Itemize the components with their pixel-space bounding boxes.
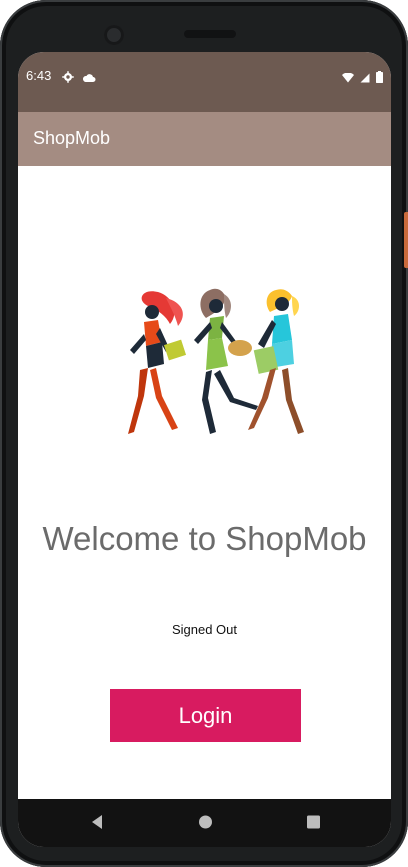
cloud-icon bbox=[82, 68, 96, 87]
power-button[interactable] bbox=[404, 212, 408, 268]
welcome-heading: Welcome to ShopMob bbox=[42, 520, 367, 557]
home-button[interactable] bbox=[198, 814, 213, 834]
phone-frame: 6:43 ShopMob Welcome to ShopMob Signed O… bbox=[0, 0, 408, 867]
navigation-bar bbox=[18, 799, 391, 847]
status-bar: 6:43 bbox=[18, 52, 391, 112]
wifi-icon bbox=[342, 68, 354, 87]
signin-status-text: Signed Out bbox=[171, 622, 238, 637]
front-camera bbox=[104, 25, 124, 45]
status-time: 6:43 bbox=[26, 68, 52, 83]
home-icon bbox=[199, 815, 212, 829]
login-button[interactable]: Login bbox=[110, 689, 301, 742]
recents-button[interactable] bbox=[306, 814, 321, 834]
screen: 6:43 ShopMob Welcome to ShopMob Signed O… bbox=[18, 52, 391, 847]
app-title: ShopMob bbox=[33, 128, 111, 148]
shopping-women-illustration bbox=[106, 288, 310, 438]
back-icon bbox=[92, 815, 102, 829]
status-icons-left bbox=[62, 68, 96, 87]
woman-red-hair bbox=[128, 291, 187, 434]
app-bar: ShopMob bbox=[18, 112, 391, 166]
signal-icon bbox=[360, 68, 370, 87]
woman-yellow-hair bbox=[248, 289, 304, 434]
woman-brown-hair bbox=[194, 288, 258, 434]
battery-icon bbox=[376, 68, 383, 87]
back-button[interactable] bbox=[90, 814, 104, 834]
earpiece-speaker bbox=[184, 30, 236, 38]
status-icons-right bbox=[342, 68, 383, 87]
recents-icon bbox=[307, 815, 320, 829]
settings-icon bbox=[62, 68, 74, 87]
